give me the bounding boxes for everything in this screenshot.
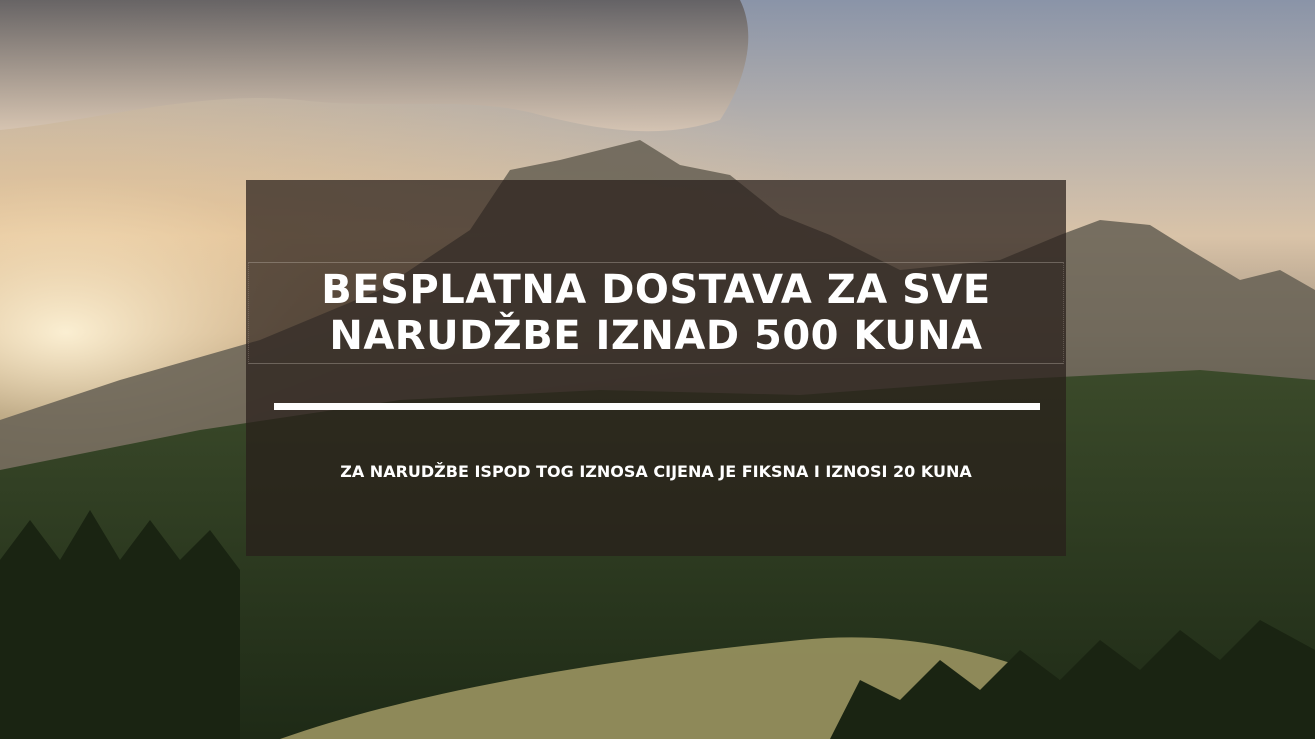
- headline-container: BESPLATNA DOSTAVA ZA SVE NARUDŽBE IZNAD …: [248, 262, 1064, 364]
- page: BESPLATNA DOSTAVA ZA SVE NARUDŽBE IZNAD …: [0, 0, 1315, 739]
- shipping-banner: BESPLATNA DOSTAVA ZA SVE NARUDŽBE IZNAD …: [246, 180, 1066, 556]
- subline: ZA NARUDŽBE ISPOD TOG IZNOSA CIJENA JE F…: [340, 462, 972, 481]
- divider-line: [274, 403, 1040, 410]
- headline: BESPLATNA DOSTAVA ZA SVE NARUDŽBE IZNAD …: [321, 267, 991, 359]
